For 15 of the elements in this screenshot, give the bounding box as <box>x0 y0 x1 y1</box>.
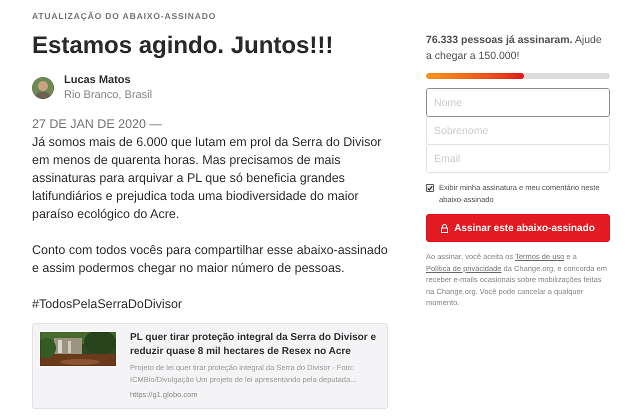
author-location: Rio Branco, Brasil <box>64 88 152 103</box>
body-paragraph: Já somos mais de 6.000 que lutam em prol da Serra do Divisor em menos de quarenta horas. Mas precisamos de mais assinaturas para arquivar a PL que só beneficia grandes latifundiários e prejudica toda uma biodiversidade do maior paraíso ecológico do Acre. <box>32 134 382 223</box>
update-date: 27 DE JAN DE 2020 — <box>32 116 163 133</box>
hashtag-text: #TodosPelaSerraDoDivisor <box>32 296 184 313</box>
body-paragraph: Conto com todos vocês para compartilhar esse abaixo-assinado e assim podermos chegar no maior número de pessoas. <box>32 242 388 277</box>
link-preview-card[interactable] <box>32 322 388 409</box>
eyebrow-label: ATUALIZAÇÃO DO ABAIXO-ASSINADO <box>32 10 218 23</box>
avatar-icon <box>32 76 54 99</box>
checkbox[interactable] <box>426 184 434 192</box>
signature-count: 76.333 pessoas já assinaram. Ajude a chegar a 150.000! <box>426 33 603 64</box>
page-title: Estamos agindo. Juntos!!! <box>32 30 334 61</box>
sign-button[interactable]: Assinar este abaixo-assinado <box>426 214 610 242</box>
lock-icon <box>441 224 448 232</box>
article-title: PL quer tirar proteção integral da Serra do Divisor e reduzir quase 8 mil hectares de Resex no Acre <box>130 330 377 359</box>
author-name: Lucas Matos <box>64 72 132 87</box>
